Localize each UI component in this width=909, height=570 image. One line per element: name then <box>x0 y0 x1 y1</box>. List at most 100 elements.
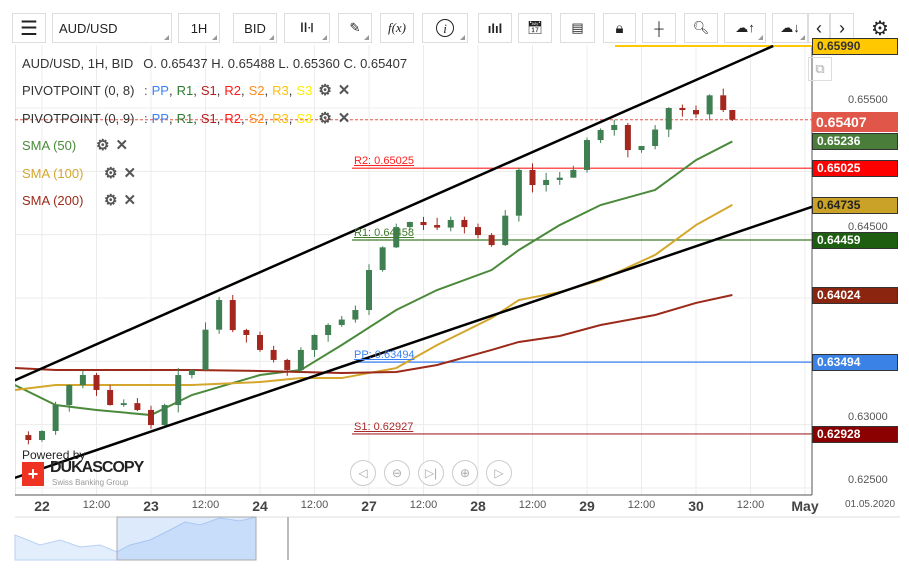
price-axis-label: 0.63000 <box>848 410 888 423</box>
download-cloud-icon: ☁↓ <box>780 20 800 35</box>
brand-tagline: Swiss Banking Group <box>52 478 129 487</box>
pivot-item-r3: R3 <box>272 82 289 98</box>
pivot-label: PP: 0.63494 <box>354 349 415 362</box>
candle-body <box>134 403 141 410</box>
sma-100-label: SMA (100) <box>22 165 84 181</box>
close-icon[interactable]: ✕ <box>338 81 351 99</box>
time-axis-label: 28 <box>470 498 486 514</box>
candle-body <box>216 300 223 330</box>
candle-body <box>584 140 590 170</box>
candle-body <box>79 375 86 386</box>
candle-body <box>366 270 372 311</box>
candle-body <box>706 95 713 115</box>
pivot-item-r2: R2 <box>224 82 241 98</box>
zoom-in-button[interactable]: ⊕ <box>452 460 478 486</box>
pivot-item-r1: R1 <box>176 82 194 98</box>
gear-icon[interactable]: ⚙ <box>96 136 109 154</box>
close-icon[interactable]: ✕ <box>115 136 128 154</box>
pivot-item-s3: S3 <box>296 110 313 126</box>
candle-body <box>447 219 454 228</box>
pivot-item-s2: S2 <box>248 82 265 98</box>
candle-body <box>461 219 468 228</box>
chart-type-button[interactable]: ǀǀ꜊ <box>284 13 330 43</box>
candle-body <box>720 95 727 111</box>
sma-50-legend: SMA (50) ⚙ ✕ <box>22 136 128 154</box>
bar-chart-icon: ılıl <box>487 20 503 36</box>
close-icon[interactable]: ✕ <box>338 109 351 127</box>
crosshair-button[interactable]: ┼ <box>642 13 676 43</box>
left-margin <box>0 0 15 570</box>
candle-body <box>338 319 345 325</box>
candle-body <box>325 324 332 335</box>
candle-body <box>229 300 236 331</box>
gear-icon[interactable]: ⚙ <box>318 81 331 99</box>
calendar-button[interactable]: 📅︎ <box>518 13 552 43</box>
time-axis-label: 24 <box>252 498 268 514</box>
brand-name: DUKASCOPY <box>50 459 144 476</box>
sma-50-label: SMA (50) <box>22 137 77 153</box>
scroll-back-button[interactable]: ◁ <box>350 460 376 486</box>
candle-body <box>529 169 536 186</box>
close-icon[interactable]: ✕ <box>123 191 136 209</box>
pivot-legend-2: PIVOTPOINT (0, 9): PP, R1, S1, R2, S2, R3, S3 ⚙ ✕ <box>22 109 351 127</box>
gear-icon[interactable]: ⚙ <box>318 109 331 127</box>
crosshair-icon: ┼ <box>654 20 664 36</box>
lock-button[interactable]: 🔒︎ <box>603 13 636 43</box>
price-tag: 0.64024 <box>812 286 898 304</box>
candle-body <box>66 385 73 406</box>
candle-body <box>311 334 318 350</box>
price-tag: 0.65407 <box>812 111 898 132</box>
candle-body <box>665 108 672 130</box>
close-icon[interactable]: ✕ <box>123 164 136 182</box>
report-button[interactable]: ▤ <box>560 13 595 43</box>
gear-icon[interactable]: ⚙ <box>104 164 117 182</box>
time-axis-label: 12:00 <box>409 499 438 511</box>
download-button[interactable]: ☁↓ <box>772 13 808 43</box>
candle-body <box>515 169 522 216</box>
indicators-button[interactable]: f(x) <box>380 13 414 43</box>
menu-button[interactable]: ☰ <box>12 13 46 43</box>
candle-body <box>556 177 563 180</box>
popout-button[interactable]: ⧉ <box>808 57 832 81</box>
timeframe-select[interactable]: 1H <box>178 13 220 43</box>
info-button[interactable]: i <box>422 13 468 43</box>
upload-cloud-icon: ☁↑ <box>735 20 755 35</box>
volume-button[interactable]: ılıl <box>478 13 512 43</box>
candle-body <box>297 349 304 370</box>
price-tag: 0.63494 <box>812 354 898 372</box>
zoom-chart-icon: 🔍︎ <box>692 20 710 35</box>
pivot-item-pp: PP <box>151 82 169 98</box>
zoom-out-icon: ⊖ <box>391 466 403 480</box>
price-axis-label: 0.64500 <box>848 220 888 233</box>
dukascopy-logo-icon: + <box>22 462 44 486</box>
candle-body <box>52 405 59 432</box>
symbol-select[interactable]: AUD/USD <box>52 13 172 43</box>
calendar-icon: 📅︎ <box>526 20 544 35</box>
time-axis-label: 27 <box>361 498 377 514</box>
legend-ohlc: O. 0.65437 H. 0.65488 L. 0.65360 C. 0.65… <box>143 56 408 71</box>
candlestick-icon: ǀǀ꜊ <box>300 20 314 35</box>
timeframe-value: 1H <box>190 20 208 36</box>
candle-body <box>729 110 736 120</box>
time-axis-label: 22 <box>34 498 50 514</box>
scroll-forward-button[interactable]: ▷ <box>486 460 512 486</box>
upload-button[interactable]: ☁↑ <box>724 13 766 43</box>
report-icon: ▤ <box>571 20 584 35</box>
pivot-name: PIVOTPOINT (0, 8) <box>22 82 135 98</box>
gear-icon[interactable]: ⚙ <box>104 191 117 209</box>
candle-body <box>25 435 32 441</box>
go-to-end-button[interactable]: ▷| <box>418 460 444 486</box>
candle-body <box>693 110 699 115</box>
zoom-chart-button[interactable]: 🔍︎ <box>684 13 718 43</box>
candle-body <box>107 389 114 406</box>
price-tag: 0.62928 <box>812 425 898 443</box>
candle-body <box>93 375 100 390</box>
draw-button[interactable]: ✎ <box>338 13 372 43</box>
sma-200-legend: SMA (200) ⚙ ✕ <box>22 191 136 209</box>
end-date-label: 01.05.2020 <box>844 499 896 510</box>
candle-body <box>161 405 168 426</box>
candle-body <box>475 227 481 236</box>
side-select[interactable]: BID <box>233 13 277 43</box>
zoom-out-button[interactable]: ⊖ <box>384 460 410 486</box>
candle-body <box>148 409 154 426</box>
